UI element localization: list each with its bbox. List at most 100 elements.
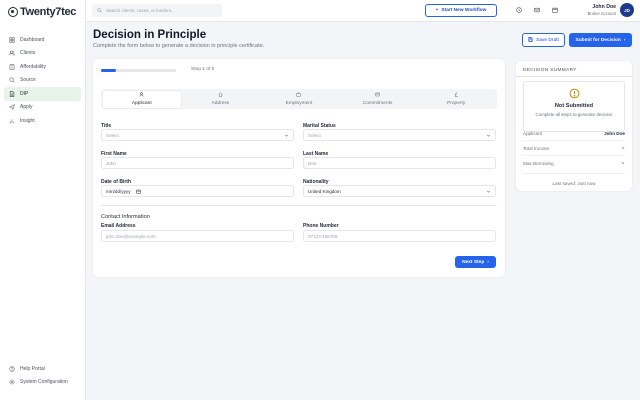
sidebar: Twenty7tec Dashboard Clients Affordabili…: [0, 0, 86, 400]
email-address-label: Email Address: [101, 223, 136, 229]
first-name-placeholder: John: [106, 160, 116, 166]
sidebar-item-affordability[interactable]: Affordability: [4, 60, 81, 74]
sidebar-item-label: Affordability: [20, 63, 47, 70]
summary-row-total-income[interactable]: Total Income: [523, 143, 625, 153]
chevron-down-icon: [487, 190, 490, 193]
card-icon: [375, 92, 380, 99]
arrow-right-icon: ›: [487, 259, 489, 265]
save-icon: [528, 36, 533, 44]
brand-logo[interactable]: Twenty7tec: [0, 0, 85, 24]
total-income-label: Total Income: [523, 145, 550, 151]
home-icon: [218, 92, 223, 99]
file-icon: [9, 90, 15, 97]
save-draft-button[interactable]: Save Draft: [522, 33, 565, 47]
applicant-value: John Doe: [604, 130, 625, 136]
first-name-field[interactable]: John: [101, 157, 294, 169]
step-indicator: Step 1 of 5: [191, 67, 215, 72]
top-bar: Search clients, cases, or lenders... + S…: [86, 0, 640, 22]
summary-divider: [523, 155, 625, 156]
summary-title: DECISION SUMMARY: [523, 68, 577, 73]
logo-icon: [8, 7, 18, 17]
nationality-select[interactable]: United Kingdom: [303, 185, 496, 197]
brand-name: Twenty7tec: [20, 6, 77, 18]
status-subtitle: Complete all steps to generate decision: [535, 112, 613, 117]
send-icon: [9, 104, 15, 111]
title-select[interactable]: Select: [101, 129, 294, 141]
next-step-button[interactable]: Next Step ›: [455, 256, 496, 268]
tab-property[interactable]: Property: [417, 91, 496, 108]
chart-icon: [9, 118, 15, 124]
form-tabs: Applicant Address Employment Commitments…: [101, 89, 497, 109]
avatar[interactable]: JD: [620, 3, 634, 17]
submit-for-decision-button[interactable]: Submit for Decision ›: [569, 33, 632, 47]
save-draft-label: Save Draft: [536, 37, 559, 43]
email-field[interactable]: john.doe@example.com: [101, 230, 294, 242]
sidebar-bottom-nav: Help Portal System Configuration: [4, 362, 81, 389]
title-select-value: Select: [106, 132, 119, 138]
sidebar-item-dip[interactable]: DIP: [4, 87, 81, 101]
status-title: Not Submitted: [554, 103, 594, 109]
next-step-label: Next Step: [462, 259, 485, 265]
clock-icon[interactable]: [515, 6, 523, 14]
plus-icon: +: [435, 8, 439, 13]
summary-divider: [523, 173, 625, 174]
max-borrowing-label: Max Borrowing: [523, 160, 554, 166]
calculator-icon: [9, 63, 15, 70]
start-new-workflow-button[interactable]: + Start New Workflow: [425, 4, 497, 17]
alert-circle-icon: [569, 88, 580, 99]
tab-employment[interactable]: Employment: [260, 91, 339, 108]
briefcase-icon: [296, 92, 302, 99]
user-icon: [139, 92, 144, 99]
sidebar-item-dashboard[interactable]: Dashboard: [4, 33, 81, 47]
applicant-label: Applicant: [523, 130, 542, 136]
sidebar-item-insight[interactable]: Insight: [4, 114, 81, 128]
dip-form-card: Step 1 of 5 Applicant Address Employment…: [93, 59, 505, 277]
tab-address[interactable]: Address: [181, 91, 260, 108]
grid-icon: [9, 37, 15, 43]
mail-icon[interactable]: [533, 6, 541, 14]
summary-row-max-borrowing[interactable]: Max Borrowing: [523, 158, 625, 168]
search-icon: [97, 7, 102, 14]
sidebar-item-label: Apply: [20, 104, 33, 111]
tab-label: Employment: [285, 100, 313, 106]
section-divider: [101, 205, 497, 206]
sidebar-item-label: Clients: [20, 50, 36, 57]
search-icon: [9, 77, 15, 83]
email-placeholder: john.doe@example.com: [106, 233, 156, 239]
calendar-icon[interactable]: [551, 6, 559, 14]
date-of-birth-value: mm/dd/yyyy: [106, 188, 131, 194]
gear-icon: [9, 379, 15, 385]
tab-label: Commitments: [362, 100, 393, 106]
chevron-down-icon: [621, 147, 625, 150]
sidebar-item-label: Dashboard: [20, 36, 45, 43]
marital-status-select[interactable]: Select: [303, 129, 496, 141]
tab-commitments[interactable]: Commitments: [338, 91, 417, 108]
chevron-down-icon: [285, 134, 288, 137]
sidebar-item-apply[interactable]: Apply: [4, 101, 81, 115]
sidebar-item-clients[interactable]: Clients: [4, 47, 81, 61]
phone-number-field[interactable]: 07123 456789: [303, 230, 496, 242]
tab-label: Applicant: [131, 100, 152, 106]
date-of-birth-field[interactable]: mm/dd/yyyy: [101, 185, 294, 197]
sidebar-item-help-portal[interactable]: Help Portal: [4, 362, 81, 376]
sidebar-item-system-configuration[interactable]: System Configuration: [4, 376, 81, 390]
sidebar-item-source[interactable]: Source: [4, 74, 81, 88]
contact-information-heading: Contact Information: [101, 214, 150, 220]
calendar-icon[interactable]: [135, 189, 141, 194]
chevron-down-icon: [487, 134, 490, 137]
progress-bar-fill: [101, 69, 116, 72]
arrow-right-icon: ›: [623, 37, 626, 43]
nationality-value: United Kingdom: [308, 188, 341, 194]
users-icon: [9, 50, 15, 56]
sidebar-item-label: Insight: [20, 117, 35, 124]
last-name-field[interactable]: Doe: [303, 157, 496, 169]
start-new-workflow-label: Start New Workflow: [441, 8, 487, 13]
user-menu[interactable]: John Doe Broker Account: [588, 4, 616, 16]
decision-summary-panel: DECISION SUMMARY Not Submitted Complete …: [516, 61, 632, 191]
page-subtitle: Complete the form below to generate a de…: [93, 43, 265, 49]
tab-applicant[interactable]: Applicant: [102, 90, 182, 108]
search-input[interactable]: Search clients, cases, or lenders...: [92, 4, 222, 17]
last-saved-text: Last saved: Just now: [552, 181, 596, 186]
phone-number-label: Phone Number: [303, 223, 339, 229]
chevron-down-icon: [621, 162, 625, 165]
